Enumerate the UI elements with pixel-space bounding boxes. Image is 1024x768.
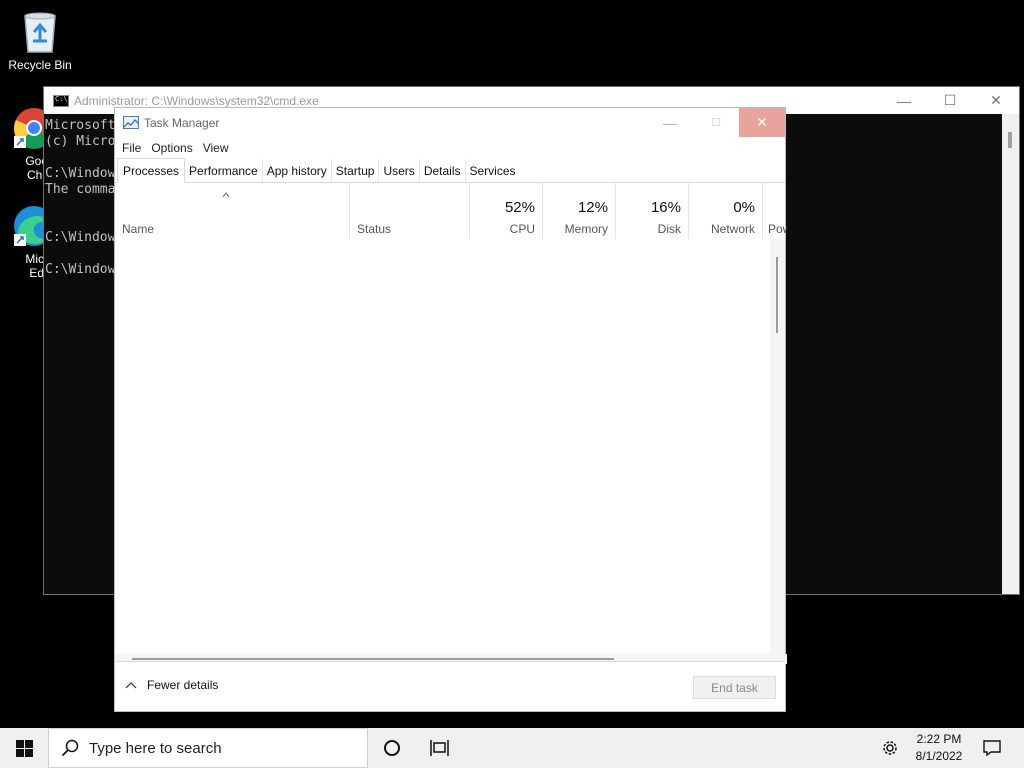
search-icon — [61, 739, 79, 757]
tab-processes[interactable]: Processes — [117, 158, 186, 183]
column-cpu[interactable]: 52% CPU — [470, 183, 543, 240]
menu-options[interactable]: Options — [147, 141, 196, 155]
action-center-button[interactable] — [974, 728, 1010, 768]
column-cpu-label: CPU — [509, 222, 535, 236]
task-manager-icon — [123, 116, 139, 129]
column-memory[interactable]: 12% Memory — [543, 183, 616, 240]
search-placeholder: Type here to search — [89, 739, 222, 757]
column-disk-label: Disk — [657, 222, 681, 236]
taskbar-clock[interactable]: 2:22 PM 8/1/2022 — [910, 731, 968, 765]
tab-app-history[interactable]: App history — [263, 159, 332, 182]
column-disk[interactable]: 16% Disk — [616, 183, 689, 240]
task-view-button[interactable] — [420, 728, 460, 768]
cmd-maximize-button[interactable]: ☐ — [927, 87, 973, 114]
tm-close-button[interactable]: ✕ — [739, 108, 785, 137]
cmd-scrollbar[interactable] — [1002, 114, 1019, 594]
cmd-title: Administrator: C:\Windows\system32\cmd.e… — [74, 93, 319, 108]
taskbar-search-box[interactable]: Type here to search — [48, 728, 368, 768]
cmd-close-button[interactable]: ✕ — [973, 87, 1019, 114]
column-name-label: Name — [122, 222, 155, 236]
end-task-button[interactable]: End task — [693, 676, 776, 699]
tm-tabs: Processes Performance App history Startu… — [115, 158, 785, 183]
start-button[interactable] — [0, 728, 48, 768]
cmd-icon — [53, 94, 69, 107]
cortana-circle-icon — [384, 740, 400, 756]
column-network[interactable]: 0% Network — [689, 183, 763, 240]
task-manager-window[interactable]: Task Manager — ☐ ✕ File Options View Pro… — [114, 107, 787, 712]
tab-users[interactable]: Users — [379, 159, 420, 182]
recycle-bin-label: Recycle Bin — [8, 58, 72, 72]
recycle-bin-icon — [24, 12, 56, 53]
tm-menubar: File Options View — [115, 137, 785, 158]
sort-ascending-icon — [222, 192, 230, 198]
hscroll-thumb[interactable] — [132, 658, 614, 660]
notification-icon — [983, 740, 1001, 757]
settings-tray-button[interactable] — [872, 728, 908, 768]
chevron-up-icon — [125, 682, 137, 689]
column-header-row: Name Status 52% CPU 12% Memory 16% Disk … — [115, 183, 787, 240]
memory-percent: 12% — [577, 199, 608, 216]
tm-maximize-button[interactable]: ☐ — [693, 108, 739, 137]
process-list-vscrollbar[interactable] — [770, 239, 785, 654]
fewer-details-button[interactable]: Fewer details — [125, 678, 218, 692]
cortana-button[interactable] — [372, 728, 412, 768]
cmd-minimize-button[interactable]: — — [881, 87, 927, 114]
clock-time: 2:22 PM — [916, 732, 962, 746]
column-power[interactable]: Pow — [763, 183, 787, 240]
tm-footer: Fewer details End task — [115, 661, 785, 711]
tab-performance[interactable]: Performance — [185, 159, 263, 182]
gear-icon — [883, 741, 897, 755]
tm-title: Task Manager — [144, 115, 220, 130]
column-network-label: Network — [710, 222, 755, 236]
tab-details[interactable]: Details — [420, 159, 466, 182]
recycle-bin-shortcut[interactable]: Recycle Bin — [0, 8, 80, 72]
menu-file[interactable]: File — [118, 141, 145, 155]
column-status[interactable]: Status — [350, 183, 470, 240]
column-memory-label: Memory — [564, 222, 608, 236]
cpu-percent: 52% — [504, 199, 535, 216]
task-view-icon — [430, 740, 449, 756]
network-percent: 0% — [733, 199, 755, 216]
column-name[interactable]: Name — [115, 183, 350, 240]
tm-minimize-button[interactable]: — — [647, 108, 693, 137]
menu-view[interactable]: View — [199, 141, 233, 155]
column-power-label: Pow — [768, 222, 787, 236]
fewer-details-label: Fewer details — [147, 678, 219, 692]
process-list[interactable] — [115, 239, 772, 654]
tab-services[interactable]: Services — [466, 159, 520, 182]
windows-logo-icon — [15, 739, 33, 757]
tab-startup[interactable]: Startup — [332, 159, 380, 182]
clock-date: 8/1/2022 — [915, 749, 963, 763]
disk-percent: 16% — [650, 199, 681, 216]
column-status-label: Status — [357, 222, 392, 236]
vscroll-thumb[interactable] — [776, 257, 778, 333]
cmd-scroll-thumb[interactable] — [1008, 132, 1012, 148]
taskbar: Type here to search 2:22 PM 8/1/2022 — [0, 728, 1024, 768]
tm-titlebar[interactable]: Task Manager — ☐ ✕ — [115, 108, 785, 137]
